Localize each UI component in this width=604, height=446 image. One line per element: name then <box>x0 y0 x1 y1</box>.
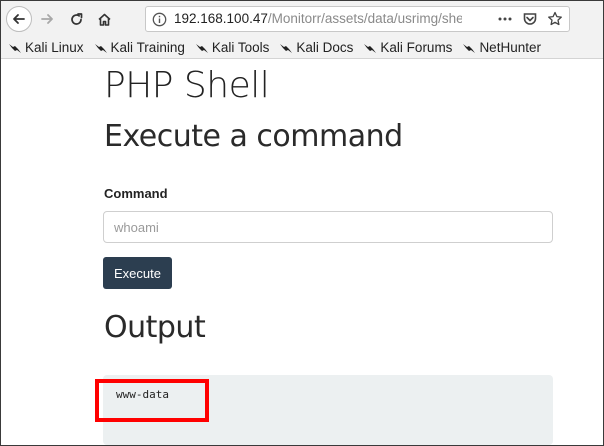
kali-dragon-icon <box>9 43 21 53</box>
star-icon[interactable] <box>547 11 563 27</box>
home-button[interactable] <box>91 6 117 32</box>
more-icon[interactable] <box>497 11 513 27</box>
home-icon <box>97 13 111 26</box>
bookmark-label: NetHunter <box>479 40 541 55</box>
forward-button[interactable] <box>34 6 60 32</box>
reload-button[interactable] <box>63 6 89 32</box>
execute-button[interactable]: Execute <box>103 257 172 289</box>
url-text[interactable]: 192.168.100.47/Monitorr/assets/data/usri… <box>174 10 462 28</box>
section-heading-output: Output <box>104 310 206 345</box>
url-host: 192.168.100.47 <box>174 11 268 26</box>
url-path: /Monitorr/assets/data/usrimg/she <box>267 11 462 26</box>
command-label: Command <box>104 186 168 201</box>
bookmark-kali-linux[interactable]: Kali Linux <box>8 40 84 55</box>
pocket-icon[interactable] <box>522 11 538 27</box>
bookmark-kali-training[interactable]: Kali Training <box>94 40 185 55</box>
kali-dragon-icon <box>463 43 476 53</box>
info-icon[interactable] <box>152 12 167 27</box>
back-button[interactable] <box>6 6 32 32</box>
page-content: PHP Shell Execute a command Command Exec… <box>1 60 603 445</box>
url-bar[interactable]: 192.168.100.47/Monitorr/assets/data/usri… <box>145 6 570 32</box>
bookmark-kali-forums[interactable]: Kali Forums <box>363 40 452 55</box>
back-arrow-icon <box>13 14 25 24</box>
kali-dragon-icon <box>94 43 107 53</box>
url-actions <box>497 11 563 27</box>
bookmark-label: Kali Training <box>110 40 185 55</box>
command-input[interactable] <box>103 211 553 243</box>
bookmark-kali-docs[interactable]: Kali Docs <box>279 40 353 55</box>
bookmark-label: Kali Linux <box>25 40 84 55</box>
kali-dragon-icon <box>364 43 377 53</box>
bookmark-label: Kali Tools <box>211 40 270 55</box>
bookmark-nethunter[interactable]: NetHunter <box>462 40 541 55</box>
screenshot-frame: 192.168.100.47/Monitorr/assets/data/usri… <box>0 0 604 446</box>
forward-arrow-icon <box>41 14 53 24</box>
bookmark-kali-tools[interactable]: Kali Tools <box>195 40 270 55</box>
red-highlight-annotation <box>95 379 209 422</box>
section-heading-execute: Execute a command <box>104 119 403 154</box>
bookmarks-bar: Kali Linux Kali Training Kali Tools Kali… <box>1 37 603 59</box>
reload-icon <box>70 12 82 25</box>
page-title: PHP Shell <box>104 65 270 106</box>
kali-dragon-icon <box>280 43 293 53</box>
bookmark-label: Kali Docs <box>296 40 354 55</box>
browser-toolbar: 192.168.100.47/Monitorr/assets/data/usri… <box>1 1 603 37</box>
kali-dragon-icon <box>195 43 208 53</box>
bookmark-label: Kali Forums <box>380 40 453 55</box>
